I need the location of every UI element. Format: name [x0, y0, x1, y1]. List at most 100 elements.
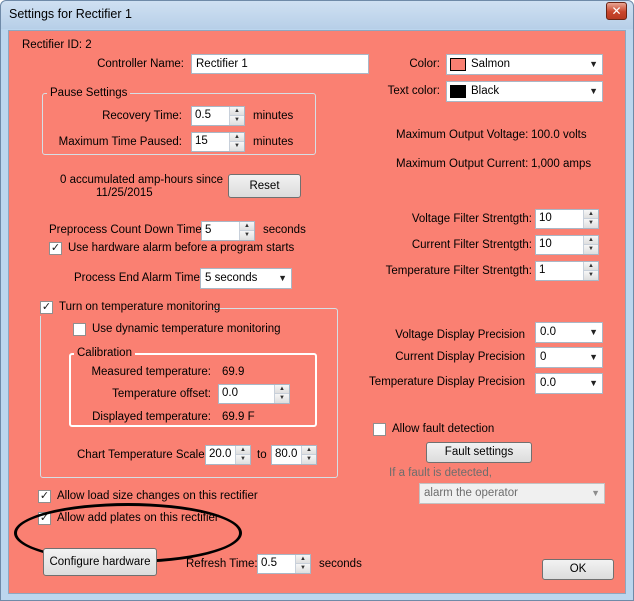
text-color-select[interactable]: Black ▼	[446, 81, 603, 102]
chevron-down-icon: ▼	[589, 378, 598, 388]
displayed-temperature-label: Displayed temperature:	[92, 411, 211, 423]
max-output-voltage-value: 100.0 volts	[531, 129, 587, 141]
chart-scale-to-spinner[interactable]: 80.0 ▲ ▼	[271, 445, 317, 465]
configure-hardware-button[interactable]: Configure hardware	[43, 548, 157, 576]
voltage-filter-value: 10	[539, 212, 552, 224]
text-color-swatch	[450, 85, 466, 98]
voltage-precision-label: Voltage Display Precision	[395, 329, 525, 341]
max-time-paused-value: 15	[195, 135, 208, 147]
measured-temperature-value: 69.9	[222, 366, 245, 378]
spin-down-icon[interactable]: ▼	[302, 455, 316, 464]
ok-button[interactable]: OK	[542, 559, 614, 580]
temperature-offset-label: Temperature offset:	[112, 388, 211, 400]
chevron-down-icon: ▼	[278, 273, 287, 283]
controller-name-label: Controller Name:	[97, 58, 184, 70]
recovery-time-spinner[interactable]: 0.5 ▲ ▼	[191, 106, 245, 126]
spin-up-icon[interactable]: ▲	[584, 236, 598, 245]
allow-load-size-label: Allow load size changes on this rectifie…	[57, 490, 258, 502]
reset-button[interactable]: Reset	[228, 174, 301, 198]
chevron-down-icon: ▼	[589, 59, 598, 69]
process-end-alarm-label: Process End Alarm Time:	[74, 272, 204, 284]
max-output-current-label: Maximum Output Current:	[396, 158, 529, 170]
chart-scale-from-spinner[interactable]: 20.0 ▲ ▼	[205, 445, 251, 465]
temperature-monitoring-checkbox[interactable]: ✓	[40, 301, 53, 314]
chart-scale-to-label: to	[257, 449, 267, 461]
temperature-filter-value: 1	[539, 264, 546, 276]
chart-scale-label: Chart Temperature Scale:	[77, 449, 208, 461]
spin-down-icon[interactable]: ▼	[584, 271, 598, 280]
max-time-paused-spinner[interactable]: 15 ▲ ▼	[191, 132, 245, 152]
current-filter-value: 10	[539, 238, 552, 250]
close-button[interactable]: ✕	[606, 2, 627, 20]
spin-up-icon[interactable]: ▲	[584, 210, 598, 219]
refresh-time-unit: seconds	[319, 558, 362, 570]
voltage-precision-value: 0.0	[540, 326, 556, 338]
spin-down-icon[interactable]: ▼	[236, 455, 250, 464]
voltage-filter-label: Voltage Filter Strentgth:	[411, 213, 532, 225]
spin-down-icon[interactable]: ▼	[296, 564, 310, 573]
temperature-precision-value: 0.0	[540, 377, 556, 389]
spin-up-icon[interactable]: ▲	[302, 446, 316, 455]
dynamic-temperature-label: Use dynamic temperature monitoring	[92, 323, 281, 335]
temperature-precision-label: Temperature Display Precision	[369, 376, 525, 388]
spin-up-icon[interactable]: ▲	[584, 262, 598, 271]
current-filter-spinner[interactable]: 10 ▲ ▼	[535, 235, 599, 255]
spin-up-icon[interactable]: ▲	[296, 555, 310, 564]
spin-down-icon[interactable]: ▼	[275, 394, 289, 403]
current-precision-value: 0	[540, 351, 547, 363]
displayed-temperature-value: 69.9 F	[222, 411, 255, 423]
chevron-down-icon: ▼	[589, 327, 598, 337]
temperature-filter-spinner[interactable]: 1 ▲ ▼	[535, 261, 599, 281]
spin-down-icon[interactable]: ▼	[230, 116, 244, 125]
temperature-offset-spinner[interactable]: 0.0 ▲ ▼	[218, 384, 290, 404]
temperature-monitoring-label: Turn on temperature monitoring	[59, 301, 221, 313]
chevron-down-icon: ▼	[589, 352, 598, 362]
window-title: Settings for Rectifier 1	[9, 7, 132, 21]
spin-up-icon[interactable]: ▲	[240, 222, 254, 231]
settings-window: Settings for Rectifier 1 ✕ Rectifier ID:…	[0, 0, 634, 601]
dynamic-temperature-checkbox[interactable]	[73, 323, 86, 336]
color-value: Salmon	[471, 58, 510, 70]
chart-scale-from-value: 20.0	[209, 448, 232, 460]
max-output-voltage-label: Maximum Output Voltage:	[396, 129, 529, 141]
color-label: Color:	[409, 58, 440, 70]
color-swatch	[450, 58, 466, 71]
hardware-alarm-label: Use hardware alarm before a program star…	[68, 242, 295, 254]
temperature-precision-select[interactable]: 0.0 ▼	[535, 373, 603, 394]
voltage-filter-spinner[interactable]: 10 ▲ ▼	[535, 209, 599, 229]
spin-up-icon[interactable]: ▲	[275, 385, 289, 394]
spin-up-icon[interactable]: ▲	[236, 446, 250, 455]
text-color-label: Text color:	[387, 85, 440, 97]
recovery-time-label: Recovery Time:	[102, 110, 182, 122]
refresh-time-spinner[interactable]: 0.5 ▲ ▼	[257, 554, 311, 574]
title-bar: Settings for Rectifier 1 ✕	[1, 1, 633, 29]
color-select[interactable]: Salmon ▼	[446, 54, 603, 75]
current-precision-select[interactable]: 0 ▼	[535, 347, 603, 368]
voltage-precision-select[interactable]: 0.0 ▼	[535, 322, 603, 343]
preprocess-spinner[interactable]: 5 ▲ ▼	[201, 221, 255, 241]
chevron-down-icon: ▼	[591, 488, 600, 498]
process-end-alarm-value: 5 seconds	[205, 272, 258, 284]
spin-down-icon[interactable]: ▼	[230, 142, 244, 151]
fault-action-select[interactable]: alarm the operator ▼	[419, 483, 605, 504]
spin-down-icon[interactable]: ▼	[584, 219, 598, 228]
calibration-title: Calibration	[74, 347, 135, 359]
settings-panel: Rectifier ID: 2 Controller Name: Rectifi…	[8, 30, 626, 594]
preprocess-value: 5	[205, 224, 212, 236]
hardware-alarm-checkbox[interactable]: ✓	[49, 242, 62, 255]
amp-hours-text: 0 accumulated amp-hours since	[60, 174, 223, 186]
amp-hours-date: 11/25/2015	[96, 187, 153, 199]
spin-up-icon[interactable]: ▲	[230, 107, 244, 116]
process-end-alarm-select[interactable]: 5 seconds ▼	[200, 268, 292, 289]
chevron-down-icon: ▼	[589, 86, 598, 96]
max-output-current-value: 1,000 amps	[531, 158, 592, 170]
fault-settings-button[interactable]: Fault settings	[426, 442, 532, 463]
temperature-filter-label: Temperature Filter Strentgth:	[385, 265, 532, 277]
spin-down-icon[interactable]: ▼	[240, 231, 254, 240]
spin-up-icon[interactable]: ▲	[230, 133, 244, 142]
controller-name-input[interactable]: Rectifier 1	[191, 54, 369, 74]
allow-load-size-checkbox[interactable]: ✓	[38, 490, 51, 503]
spin-down-icon[interactable]: ▼	[584, 245, 598, 254]
allow-fault-detection-checkbox[interactable]	[373, 423, 386, 436]
measured-temperature-label: Measured temperature:	[91, 366, 211, 378]
